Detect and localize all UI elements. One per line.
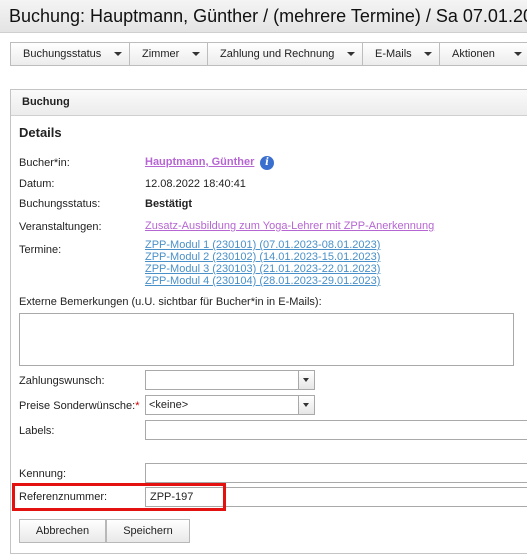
- info-icon[interactable]: i: [260, 156, 274, 170]
- chevron-down-icon: [114, 52, 122, 56]
- window-title: Buchung: Hauptmann, Günther / (mehrere T…: [0, 0, 527, 33]
- datum-label: Datum:: [19, 178, 55, 190]
- preise-value: <keine>: [149, 399, 189, 411]
- bemerkungen-textarea[interactable]: [19, 313, 514, 366]
- menu-e-mails-label: E-Mails: [375, 48, 412, 60]
- termin-link[interactable]: ZPP-Modul 1 (230101) (07.01.2023-08.01.2…: [145, 239, 380, 251]
- termin-link[interactable]: ZPP-Modul 4 (230104) (28.01.2023-29.01.2…: [145, 275, 380, 287]
- veranstaltungen-label: Veranstaltungen:: [19, 221, 102, 233]
- preise-label: Preise Sonderwünsche:*: [19, 400, 139, 412]
- highlight-box: [12, 483, 226, 511]
- preise-select[interactable]: <keine>: [145, 395, 315, 415]
- kennung-label: Kennung:: [19, 468, 67, 480]
- chevron-down-icon: [514, 52, 522, 56]
- menu-zimmer-label: Zimmer: [142, 48, 180, 60]
- zahlungswunsch-select[interactable]: [145, 370, 315, 390]
- termin-link[interactable]: ZPP-Modul 3 (230103) (21.01.2023-22.01.2…: [145, 263, 380, 275]
- menu-aktionen[interactable]: Aktionen: [440, 43, 527, 65]
- menu-buchungsstatus-label: Buchungsstatus: [23, 48, 102, 60]
- status-value: Bestätigt: [145, 198, 193, 210]
- section-title: Details: [19, 125, 62, 140]
- required-marker: *: [135, 400, 140, 412]
- datum-value: 12.08.2022 18:40:41: [145, 178, 246, 190]
- bucher-label: Bucher*in:: [19, 157, 70, 169]
- status-label: Buchungsstatus:: [19, 198, 101, 210]
- veranstaltung-link[interactable]: Zusatz-Ausbildung zum Yoga-Lehrer mit ZP…: [145, 220, 434, 232]
- kennung-input[interactable]: [145, 463, 527, 483]
- chevron-down-icon: [192, 52, 200, 56]
- save-button[interactable]: Speichern: [106, 519, 190, 543]
- cancel-button[interactable]: Abbrechen: [19, 519, 106, 543]
- chevron-down-icon: [347, 52, 355, 56]
- action-menubar: Buchungsstatus Zimmer Zahlung und Rechnu…: [10, 42, 527, 66]
- menu-zahlung-und-rechnung[interactable]: Zahlung und Rechnung: [208, 43, 363, 65]
- labels-label: Labels:: [19, 425, 55, 437]
- labels-input[interactable]: [145, 420, 527, 440]
- chevron-down-icon[interactable]: [298, 371, 314, 389]
- termine-label: Termine:: [19, 244, 62, 256]
- menu-buchungsstatus[interactable]: Buchungsstatus: [11, 43, 130, 65]
- bemerkungen-label: Externe Bemerkungen (u.U. sichtbar für B…: [19, 296, 322, 308]
- menu-zimmer[interactable]: Zimmer: [130, 43, 208, 65]
- termin-link[interactable]: ZPP-Modul 2 (230102) (14.01.2023-15.01.2…: [145, 251, 380, 263]
- chevron-down-icon: [424, 52, 432, 56]
- termine-list: ZPP-Modul 1 (230101) (07.01.2023-08.01.2…: [145, 239, 380, 287]
- menu-zahlung-label: Zahlung und Rechnung: [220, 48, 335, 60]
- menu-e-mails[interactable]: E-Mails: [363, 43, 440, 65]
- preise-label-text: Preise Sonderwünsche:: [19, 400, 136, 412]
- menu-aktionen-label: Aktionen: [452, 48, 495, 60]
- bucher-link[interactable]: Hauptmann, Günther: [145, 156, 254, 168]
- panel-title: Buchung: [11, 90, 527, 116]
- chevron-down-icon[interactable]: [298, 396, 314, 414]
- zahlungswunsch-label: Zahlungswunsch:: [19, 375, 105, 387]
